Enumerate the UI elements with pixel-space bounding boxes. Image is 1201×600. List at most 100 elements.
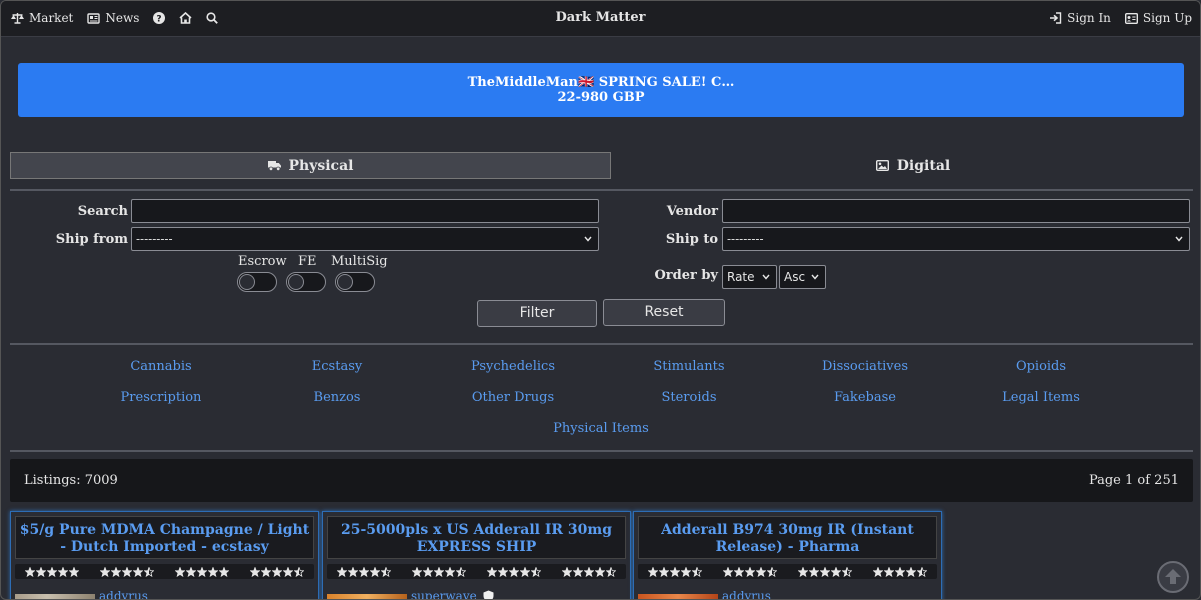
nav-sign-up[interactable]: Sign Up xyxy=(1124,11,1192,25)
star-half-icon xyxy=(767,566,778,577)
ship-to-select[interactable]: --------- xyxy=(722,227,1190,251)
star-rating xyxy=(100,566,155,577)
vendor-link[interactable]: addyrus xyxy=(722,589,771,599)
star-full-icon xyxy=(745,566,756,577)
star-full-icon xyxy=(196,566,207,577)
category-physical-items[interactable]: Physical Items xyxy=(531,421,671,436)
star-full-icon xyxy=(69,566,80,577)
truck-icon xyxy=(267,161,281,171)
nav-sign-up-label: Sign Up xyxy=(1142,11,1192,25)
product-thumbnail[interactable] xyxy=(638,594,718,599)
escrow-toggle[interactable] xyxy=(237,272,277,292)
arrow-up-icon xyxy=(1165,569,1181,584)
vendor-input[interactable] xyxy=(722,199,1190,223)
rating-strip xyxy=(638,564,937,579)
category-fakebase[interactable]: Fakebase xyxy=(795,390,935,405)
product-title[interactable]: $5/g Pure MDMA Champagne / Light - Dutch… xyxy=(15,516,314,559)
star-full-icon xyxy=(583,566,594,577)
category-other-drugs[interactable]: Other Drugs xyxy=(443,390,583,405)
star-full-icon xyxy=(894,566,905,577)
nav-right-group: Sign In Sign Up xyxy=(1049,1,1192,35)
star-rating xyxy=(723,566,778,577)
star-full-icon xyxy=(808,566,819,577)
fe-toggle-knob xyxy=(288,274,304,290)
ship-from-label: Ship from xyxy=(55,232,128,247)
vendor-link[interactable]: addyrus xyxy=(99,589,148,599)
category-dissociatives[interactable]: Dissociatives xyxy=(795,359,935,374)
reset-button[interactable]: Reset xyxy=(603,299,725,326)
product-title[interactable]: Adderall B974 30mg IR (Instant Release) … xyxy=(638,516,937,559)
nav-news[interactable]: News xyxy=(87,11,139,25)
star-full-icon xyxy=(412,566,423,577)
product-card: Adderall B974 30mg IR (Instant Release) … xyxy=(633,511,942,599)
star-full-icon xyxy=(797,566,808,577)
product-thumbnail[interactable] xyxy=(15,594,95,599)
category-psychedelics[interactable]: Psychedelics xyxy=(443,359,583,374)
star-full-icon xyxy=(905,566,916,577)
star-half-icon xyxy=(293,566,304,577)
nav-help[interactable]: ? xyxy=(153,12,166,24)
order-by-select[interactable]: Rate xyxy=(722,265,777,289)
vendor-label: Vendor xyxy=(666,204,718,219)
nav-sign-in[interactable]: Sign In xyxy=(1049,11,1111,25)
category-steroids[interactable]: Steroids xyxy=(619,390,759,405)
star-rating xyxy=(412,566,467,577)
category-opioids[interactable]: Opioids xyxy=(971,359,1111,374)
category-prescription[interactable]: Prescription xyxy=(91,390,231,405)
star-rating xyxy=(337,566,392,577)
newspaper-icon xyxy=(87,12,101,24)
product-thumbnail[interactable] xyxy=(327,594,407,599)
star-half-icon xyxy=(841,566,852,577)
star-full-icon xyxy=(185,566,196,577)
nav-home[interactable] xyxy=(179,12,192,24)
scroll-to-top-button[interactable] xyxy=(1157,561,1189,593)
fe-label: FE xyxy=(298,254,317,269)
category-benzos[interactable]: Benzos xyxy=(267,390,407,405)
tab-digital[interactable]: Digital xyxy=(613,152,1200,179)
category-ecstasy[interactable]: Ecstasy xyxy=(267,359,407,374)
shield-icon xyxy=(483,590,494,599)
multisig-toggle[interactable] xyxy=(335,272,375,292)
star-full-icon xyxy=(883,566,894,577)
star-full-icon xyxy=(348,566,359,577)
fe-toggle[interactable] xyxy=(286,272,326,292)
star-full-icon xyxy=(756,566,767,577)
product-title[interactable]: 25-5000pls x US Adderall IR 30mg EXPRESS… xyxy=(327,516,626,559)
star-full-icon xyxy=(58,566,69,577)
order-direction-select[interactable]: Asc xyxy=(779,265,826,289)
search-icon xyxy=(206,12,219,24)
tab-digital-label: Digital xyxy=(896,157,951,174)
ship-from-select[interactable]: --------- xyxy=(131,227,599,251)
star-rating xyxy=(797,566,852,577)
escrow-label: Escrow xyxy=(238,254,287,269)
tab-physical[interactable]: Physical xyxy=(10,152,611,179)
nav-search[interactable] xyxy=(206,12,219,24)
category-cannabis[interactable]: Cannabis xyxy=(91,359,231,374)
star-full-icon xyxy=(359,566,370,577)
svg-text:?: ? xyxy=(157,14,162,24)
star-full-icon xyxy=(508,566,519,577)
question-circle-icon: ? xyxy=(153,12,166,24)
star-full-icon xyxy=(486,566,497,577)
star-half-icon xyxy=(916,566,927,577)
chevron-down-icon xyxy=(1175,236,1183,242)
promo-banner[interactable]: TheMiddleMan🇬🇧 SPRING SALE! C… 22-980 GB… xyxy=(18,63,1184,117)
nav-news-label: News xyxy=(105,11,140,25)
category-stimulants[interactable]: Stimulants xyxy=(619,359,759,374)
star-rating xyxy=(486,566,541,577)
sign-in-icon xyxy=(1050,12,1062,24)
search-input[interactable] xyxy=(131,199,599,223)
page-frame: Market News ? Dark Matter Sign In Sign U… xyxy=(0,0,1201,600)
order-by-value: Rate xyxy=(727,270,755,284)
category-legal-items[interactable]: Legal Items xyxy=(971,390,1111,405)
star-half-icon xyxy=(144,566,155,577)
star-full-icon xyxy=(670,566,681,577)
top-navbar: Market News ? Dark Matter Sign In Sign U… xyxy=(1,1,1200,37)
brand-title-text[interactable]: Dark Matter xyxy=(555,10,645,25)
vendor-link[interactable]: superwave xyxy=(411,589,494,599)
star-full-icon xyxy=(337,566,348,577)
filter-button[interactable]: Filter xyxy=(477,300,597,327)
nav-market[interactable]: Market xyxy=(11,11,73,25)
escrow-toggle-knob xyxy=(239,274,255,290)
order-direction-value: Asc xyxy=(784,270,806,284)
